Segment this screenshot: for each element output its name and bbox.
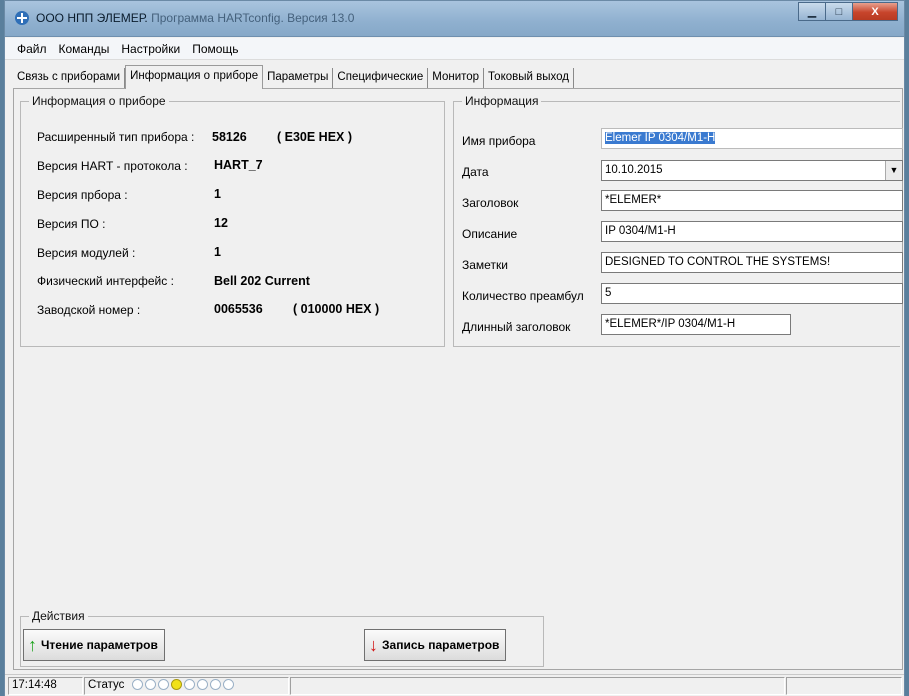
tag-value: *ELEMER* bbox=[605, 194, 662, 206]
chevron-down-icon[interactable]: ▼ bbox=[885, 161, 902, 180]
tab-monitor[interactable]: Монитор bbox=[428, 68, 485, 88]
notes-value: DESIGNED TO CONTROL THE SYSTEMS! bbox=[605, 256, 831, 268]
write-parameters-label: Запись параметров bbox=[382, 638, 500, 652]
read-parameters-button[interactable]: ↑ Чтение параметров bbox=[23, 629, 165, 661]
read-parameters-label: Чтение параметров bbox=[41, 638, 158, 652]
info-label-modules-version: Версия модулей : bbox=[37, 246, 136, 260]
status-indicator-dot bbox=[131, 679, 143, 691]
close-icon: X bbox=[871, 5, 879, 18]
preambles-input[interactable]: 5 bbox=[601, 283, 903, 304]
app-logo-icon bbox=[15, 11, 29, 25]
description-value: IP 0304/M1-H bbox=[605, 225, 676, 237]
menu-file[interactable]: Файл bbox=[11, 40, 53, 58]
info-value-device-version: 1 bbox=[214, 187, 221, 201]
device-info-legend: Информация о приборе bbox=[32, 94, 166, 108]
status-indicator-dot bbox=[144, 679, 156, 691]
device-info-group: Информация о приборе Расширенный тип при… bbox=[20, 94, 445, 347]
green-up-arrow-icon: ↑ bbox=[28, 635, 37, 655]
status-indicators bbox=[131, 679, 234, 691]
date-select[interactable]: 10.10.2015 ▼ bbox=[601, 160, 903, 181]
window-title-main: ООО НПП ЭЛЕМЕР. bbox=[36, 11, 148, 25]
field-label-device-name: Имя прибора bbox=[462, 134, 536, 148]
info-hex-serial-number: ( 010000 HEX ) bbox=[293, 302, 380, 316]
write-parameters-button[interactable]: ↓ Запись параметров bbox=[364, 629, 507, 661]
status-extra bbox=[786, 677, 902, 695]
status-time: 17:14:48 bbox=[8, 677, 83, 695]
status-indicator-dot bbox=[170, 679, 182, 691]
field-label-notes: Заметки bbox=[462, 258, 508, 272]
info-label-hart-version: Версия HART - протокола : bbox=[37, 159, 188, 173]
info-value-physical-interface: Bell 202 Current bbox=[214, 274, 310, 288]
info-value-ext-type: 58126 bbox=[212, 130, 247, 144]
info-value-serial-number: 0065536 bbox=[214, 302, 263, 316]
status-label: Статус bbox=[88, 679, 125, 691]
status-indicator-cell: Статус bbox=[84, 677, 289, 695]
tab-parameters[interactable]: Параметры bbox=[263, 68, 334, 88]
tab-current-output[interactable]: Токовый выход bbox=[484, 68, 574, 88]
status-message bbox=[290, 677, 785, 695]
info-value-sw-version: 12 bbox=[214, 216, 228, 230]
date-value: 10.10.2015 bbox=[605, 164, 663, 176]
menu-settings[interactable]: Настройки bbox=[115, 40, 186, 58]
app-window: ООО НПП ЭЛЕМЕР. Программа HARTconfig. Ве… bbox=[4, 0, 905, 696]
info-label-device-version: Версия прбора : bbox=[37, 188, 128, 202]
status-bar: 17:14:48 Статус bbox=[5, 674, 904, 696]
info-form-group: Информация Имя прибора Elemer IP 0304/M1… bbox=[453, 94, 903, 347]
minimize-icon: ▁ bbox=[807, 6, 817, 18]
menu-bar: Файл Команды Настройки Помощь bbox=[5, 38, 904, 60]
long-tag-input[interactable]: *ELEMER*/IP 0304/M1-H bbox=[601, 314, 791, 335]
status-indicator-dot bbox=[196, 679, 208, 691]
description-input[interactable]: IP 0304/M1-H bbox=[601, 221, 903, 242]
info-label-ext-type: Расширенный тип прибора : bbox=[37, 130, 195, 144]
maximize-button[interactable]: □ bbox=[825, 2, 853, 21]
menu-help[interactable]: Помощь bbox=[186, 40, 244, 58]
window-title-rest: Программа HARTconfig. Версия 13.0 bbox=[151, 11, 355, 25]
tab-device-connection[interactable]: Связь с приборами bbox=[13, 68, 126, 88]
preambles-value: 5 bbox=[605, 287, 612, 299]
actions-group: Действия ↑ Чтение параметров ↓ Запись па… bbox=[20, 609, 544, 667]
info-label-sw-version: Версия ПО : bbox=[37, 217, 106, 231]
title-bar[interactable]: ООО НПП ЭЛЕМЕР. Программа HARTconfig. Ве… bbox=[5, 1, 904, 37]
tab-device-info[interactable]: Информация о приборе bbox=[125, 65, 264, 89]
tab-specific[interactable]: Специфические bbox=[333, 68, 429, 88]
long-tag-value: *ELEMER*/IP 0304/M1-H bbox=[605, 318, 736, 330]
status-indicator-dot bbox=[183, 679, 195, 691]
field-label-date: Дата bbox=[462, 165, 489, 179]
window-controls: ▁ □ X bbox=[798, 2, 898, 21]
red-down-arrow-icon: ↓ bbox=[369, 635, 378, 655]
field-label-long-tag: Длинный заголовок bbox=[462, 320, 571, 334]
minimize-button[interactable]: ▁ bbox=[798, 2, 826, 21]
device-name-value: Elemer IP 0304/M1-H bbox=[605, 132, 716, 144]
status-indicator-dot bbox=[209, 679, 221, 691]
window-title: ООО НПП ЭЛЕМЕР. Программа HARTconfig. Ве… bbox=[36, 11, 354, 25]
info-value-hart-version: HART_7 bbox=[214, 158, 263, 172]
maximize-icon: □ bbox=[835, 5, 843, 18]
tab-strip: Связь с приборами Информация о приборе П… bbox=[13, 65, 574, 89]
field-label-description: Описание bbox=[462, 227, 518, 241]
actions-legend: Действия bbox=[32, 609, 85, 623]
info-value-modules-version: 1 bbox=[214, 245, 221, 259]
info-label-serial-number: Заводской номер : bbox=[37, 303, 141, 317]
device-name-input[interactable]: Elemer IP 0304/M1-H bbox=[601, 128, 903, 149]
field-label-preambles: Количество преамбул bbox=[462, 289, 584, 303]
status-indicator-dot bbox=[222, 679, 234, 691]
notes-input[interactable]: DESIGNED TO CONTROL THE SYSTEMS! bbox=[601, 252, 903, 273]
tag-input[interactable]: *ELEMER* bbox=[601, 190, 903, 211]
info-form-legend: Информация bbox=[465, 94, 539, 108]
close-button[interactable]: X bbox=[852, 2, 898, 21]
status-indicator-dot bbox=[157, 679, 169, 691]
menu-commands[interactable]: Команды bbox=[53, 40, 116, 58]
field-label-tag: Заголовок bbox=[462, 196, 519, 210]
info-hex-ext-type: ( E30E HEX ) bbox=[277, 130, 353, 144]
device-info-panel: Информация о приборе Расширенный тип при… bbox=[13, 88, 903, 670]
info-label-physical-interface: Физический интерфейс : bbox=[37, 274, 174, 288]
